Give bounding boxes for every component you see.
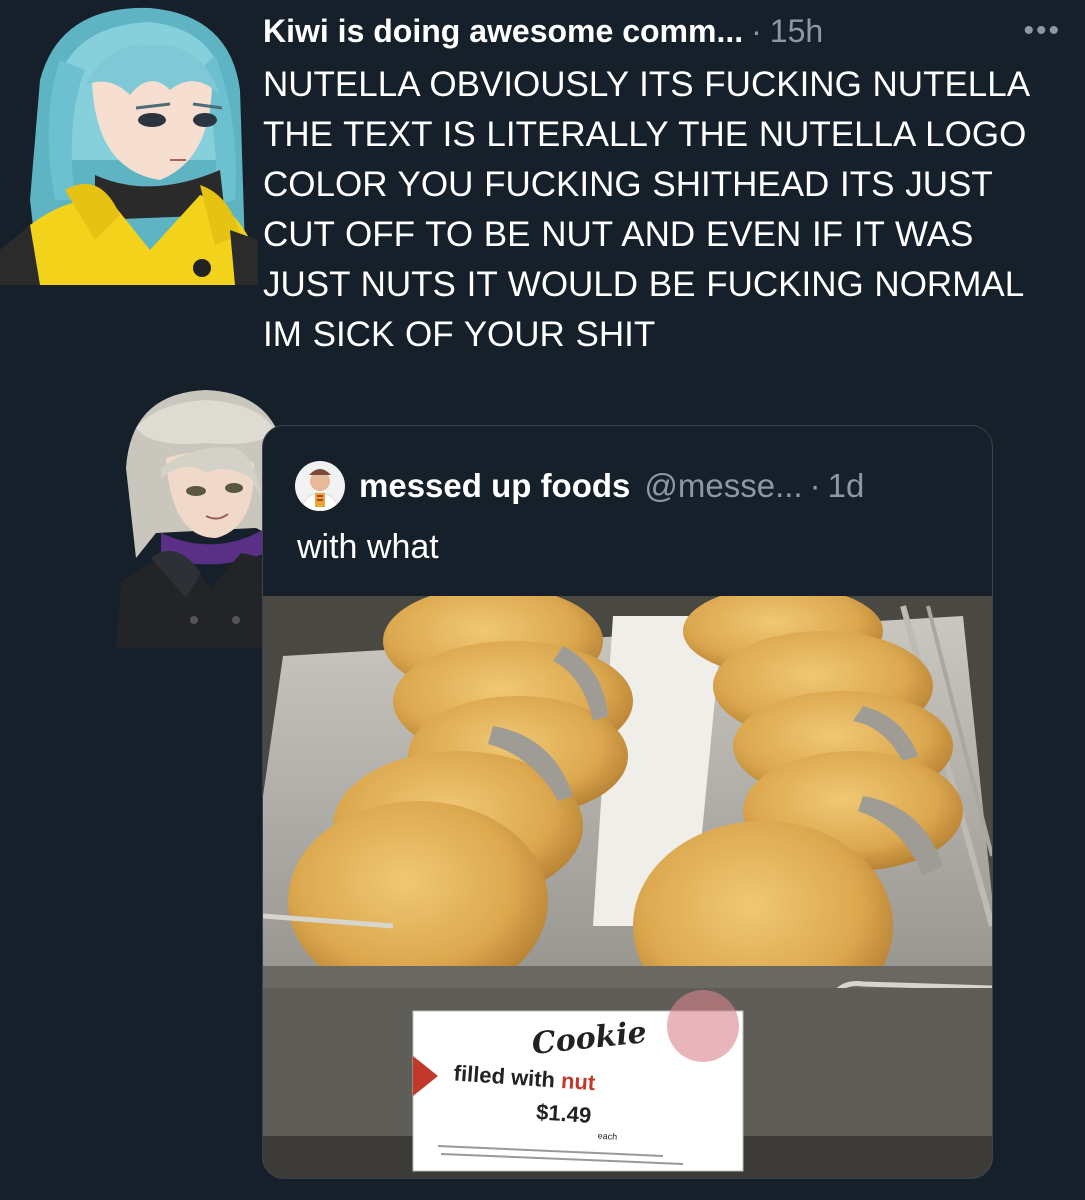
sign-unit: each	[597, 1131, 617, 1142]
more-horizontal-icon[interactable]: •••	[1023, 14, 1061, 48]
sign-line-highlight: nut	[560, 1068, 597, 1095]
messed-up-foods-avatar[interactable]	[295, 461, 345, 511]
cookie-display-photo[interactable]: Cookie filled with nut $1.49 each	[263, 596, 992, 1178]
tweet-text: NUTELLA OBVIOUSLY ITS FUCKING NUTELLA TH…	[263, 65, 1029, 354]
kiwi-avatar-illustration	[0, 0, 258, 285]
tweet-author-name[interactable]: Kiwi is doing awesome comm...	[263, 13, 743, 50]
quoted-timestamp[interactable]: 1d	[828, 467, 865, 505]
tweet-timestamp[interactable]: 15h	[770, 13, 823, 50]
cookie-display-illustration: Cookie filled with nut $1.49 each	[263, 596, 992, 1178]
tweet-separator: ·	[751, 12, 762, 49]
tweet-header: Kiwi is doing awesome comm... · 15h •••	[263, 8, 1073, 54]
kiwi-avatar[interactable]	[0, 0, 258, 285]
quoted-separator: ·	[809, 467, 821, 504]
quoted-tweet-text: with what	[297, 528, 439, 566]
quoted-author-name[interactable]: messed up foods	[359, 467, 630, 505]
quoted-author-handle[interactable]: @messe...	[644, 467, 802, 505]
sign-price: $1.49	[535, 1099, 592, 1128]
quoted-tweet-card[interactable]: messed up foods @messe... · 1d with what	[262, 425, 993, 1179]
chef-avatar-illustration	[295, 461, 345, 511]
quoted-tweet-header: messed up foods @messe... · 1d	[295, 461, 865, 511]
